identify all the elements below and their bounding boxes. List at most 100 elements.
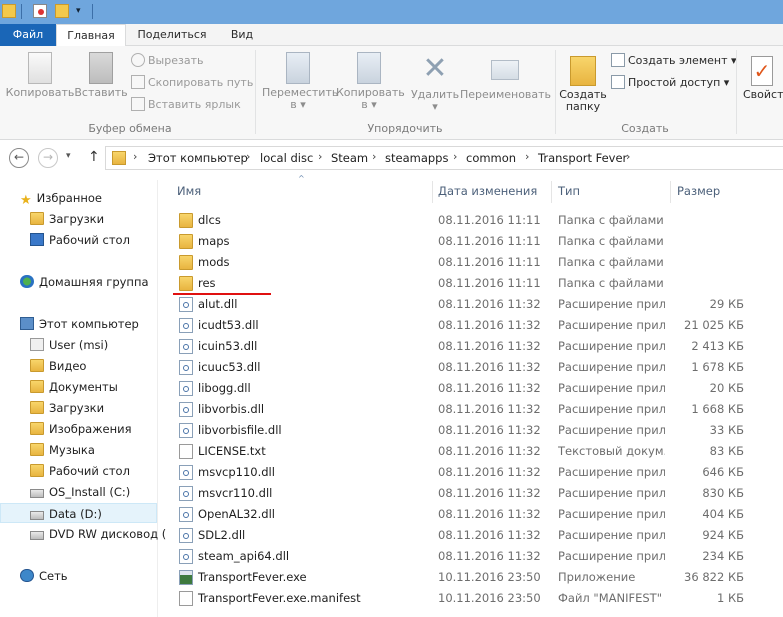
nav-video[interactable]: Видео xyxy=(30,356,86,376)
file-date: 08.11.2016 11:32 xyxy=(438,381,541,395)
file-size: 21 025 КБ xyxy=(684,318,744,332)
star-icon: ★ xyxy=(20,193,32,208)
breadcrumb-transport-fever[interactable]: Transport Fever xyxy=(538,151,627,165)
nav-images-label: Изображения xyxy=(49,422,132,436)
tab-file[interactable]: Файл xyxy=(0,24,56,46)
breadcrumb-local-disc[interactable]: local disc xyxy=(260,151,313,165)
tab-share[interactable]: Поделиться xyxy=(131,24,213,46)
recent-locations-button[interactable]: ▾ xyxy=(66,151,71,161)
cut-label: Вырезать xyxy=(148,54,204,67)
nav-data-d[interactable]: Data (D:) xyxy=(0,503,157,523)
nav-downloads-pc[interactable]: Загрузки xyxy=(30,398,104,418)
up-button[interactable]: ↑ xyxy=(88,149,100,165)
file-name: LICENSE.txt xyxy=(198,444,266,458)
column-header-name[interactable]: Имя xyxy=(177,184,201,198)
breadcrumb-this-pc[interactable]: Этот компьютер xyxy=(148,151,248,165)
table-row[interactable]: icuuc53.dll 08.11.2016 11:32 Расширение пр… xyxy=(159,357,783,378)
table-row[interactable]: TransportFever.exe 10.11.2016 23:50 Прилож… xyxy=(159,567,783,588)
nav-dvd[interactable]: DVD RW дисковод ( xyxy=(30,524,166,544)
nav-desktop[interactable]: Рабочий стол xyxy=(30,230,130,250)
divider xyxy=(21,4,22,19)
column-divider xyxy=(551,181,552,203)
nav-music[interactable]: Музыка xyxy=(30,440,95,460)
new-folder-icon[interactable] xyxy=(55,4,69,18)
table-row[interactable]: OpenAL32.dll 08.11.2016 11:32 Расширение п… xyxy=(159,504,783,525)
rename-button[interactable]: Переименовать xyxy=(460,52,551,101)
file-size: 29 КБ xyxy=(709,297,744,311)
file-name: icuuc53.dll xyxy=(198,360,261,374)
file-date: 08.11.2016 11:32 xyxy=(438,402,541,416)
copy-to-button[interactable]: Копировать в ▾ xyxy=(336,52,405,111)
text-file-icon xyxy=(179,591,193,606)
desktop-icon xyxy=(30,233,44,246)
file-size: 1 КБ xyxy=(716,591,744,605)
downloads-folder-icon xyxy=(30,212,44,225)
table-row[interactable]: res 08.11.2016 11:11 Папка с файлами xyxy=(159,273,783,294)
table-row[interactable]: maps 08.11.2016 11:11 Папка с файлами xyxy=(159,231,783,252)
dll-file-icon xyxy=(179,402,193,417)
move-to-button[interactable]: Переместить в ▾ xyxy=(262,52,338,111)
nav-this-pc[interactable]: Этот компьютер xyxy=(20,314,139,334)
copy-path-icon xyxy=(131,75,145,89)
paste-button[interactable]: Вставить xyxy=(72,52,130,99)
file-name: maps xyxy=(198,234,230,248)
nav-desktop-pc[interactable]: Рабочий стол xyxy=(30,461,130,481)
table-row[interactable]: icuin53.dll 08.11.2016 11:32 Расширение пр… xyxy=(159,336,783,357)
table-row[interactable]: icudt53.dll 08.11.2016 11:32 Расширение пр… xyxy=(159,315,783,336)
properties-button[interactable]: ✓ Свойства xyxy=(741,52,783,101)
tab-view[interactable]: Вид xyxy=(220,24,264,46)
nav-images[interactable]: Изображения xyxy=(30,419,132,439)
address-bar[interactable]: › Этот компьютер › local disc › Steam › … xyxy=(105,146,783,170)
table-row[interactable]: TransportFever.exe.manifest 10.11.2016 23… xyxy=(159,588,783,609)
table-row[interactable]: libvorbis.dll 08.11.2016 11:32 Расширение … xyxy=(159,399,783,420)
file-type: Расширение прил... xyxy=(558,507,665,521)
breadcrumb-separator: › xyxy=(453,150,458,163)
table-row[interactable]: steam_api64.dll 08.11.2016 11:32 Расширени… xyxy=(159,546,783,567)
table-row[interactable]: msvcp110.dll 08.11.2016 11:32 Расширение п… xyxy=(159,462,783,483)
table-row[interactable]: SDL2.dll 08.11.2016 11:32 Расширение прил.… xyxy=(159,525,783,546)
nav-network[interactable]: Сеть xyxy=(20,566,68,586)
column-header-type[interactable]: Тип xyxy=(558,184,580,198)
tab-home[interactable]: Главная xyxy=(56,24,126,47)
copy-button[interactable]: Копировать xyxy=(5,52,75,99)
breadcrumb-steamapps[interactable]: steamapps xyxy=(385,151,448,165)
table-row[interactable]: LICENSE.txt 08.11.2016 11:32 Текстовый док… xyxy=(159,441,783,462)
cut-button[interactable]: Вырезать xyxy=(131,52,203,70)
new-item-button[interactable]: Создать элемент ▾ xyxy=(611,52,737,70)
file-type: Расширение прил... xyxy=(558,318,665,332)
nav-documents[interactable]: Документы xyxy=(30,377,118,397)
file-size: 2 413 КБ xyxy=(691,339,744,353)
new-folder-button[interactable]: Создать папку xyxy=(557,52,609,113)
file-date: 08.11.2016 11:32 xyxy=(438,444,541,458)
breadcrumb-steam[interactable]: Steam xyxy=(331,151,368,165)
paste-shortcut-button[interactable]: Вставить ярлык xyxy=(131,96,241,114)
file-size: 33 КБ xyxy=(709,423,744,437)
video-folder-icon xyxy=(30,359,44,372)
column-header-date[interactable]: Дата изменения xyxy=(438,184,537,198)
file-type: Расширение прил... xyxy=(558,528,665,542)
back-button[interactable]: ← xyxy=(9,148,29,168)
forward-button[interactable]: → xyxy=(38,148,58,168)
nav-os-install[interactable]: OS_Install (C:) xyxy=(30,482,130,502)
copy-path-button[interactable]: Скопировать путь xyxy=(131,74,253,92)
table-row[interactable]: libvorbisfile.dll 08.11.2016 11:32 Расшире… xyxy=(159,420,783,441)
breadcrumb-common[interactable]: common xyxy=(466,151,516,165)
file-type: Расширение прил... xyxy=(558,549,665,563)
easy-access-button[interactable]: Простой доступ ▾ xyxy=(611,74,729,92)
customize-quick-access-icon[interactable]: ▾ xyxy=(76,6,81,16)
nav-favorites-label: Избранное xyxy=(36,191,102,205)
nav-downloads[interactable]: Загрузки xyxy=(30,209,104,229)
table-row[interactable]: libogg.dll 08.11.2016 11:32 Расширение при… xyxy=(159,378,783,399)
gear-icon xyxy=(183,512,189,518)
file-list: ^ Имя Дата изменения Тип Размер dlcs 08.1… xyxy=(159,174,783,617)
nav-user[interactable]: User (msi) xyxy=(30,335,108,355)
table-row[interactable]: dlcs 08.11.2016 11:11 Папка с файлами xyxy=(159,210,783,231)
nav-favorites[interactable]: ★ Избранное xyxy=(20,188,102,208)
table-row[interactable]: alut.dll 08.11.2016 11:32 Расширение прил.… xyxy=(159,294,783,315)
file-name: libogg.dll xyxy=(198,381,251,395)
column-header-size[interactable]: Размер xyxy=(677,184,720,198)
table-row[interactable]: msvcr110.dll 08.11.2016 11:32 Расширение п… xyxy=(159,483,783,504)
table-row[interactable]: mods 08.11.2016 11:11 Папка с файлами xyxy=(159,252,783,273)
delete-button[interactable]: ✕ Удалить ▾ xyxy=(410,52,460,113)
nav-homegroup[interactable]: Домашняя группа xyxy=(20,272,149,292)
